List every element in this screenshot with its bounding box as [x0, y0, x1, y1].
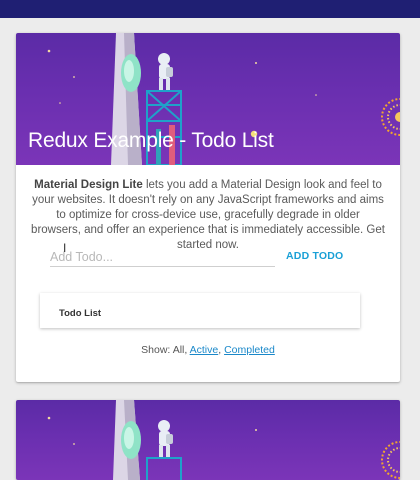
filter-active-link[interactable]: Active [190, 344, 219, 356]
filter-all: All [172, 344, 185, 356]
todo-card: Redux Example - Todo List Material Desig… [16, 33, 400, 382]
add-todo-row: I ADD TODO [50, 242, 380, 268]
todo-list-title: Todo List [59, 308, 102, 319]
add-todo-button[interactable]: ADD TODO [286, 250, 343, 262]
filter-prefix: Show: [141, 344, 173, 356]
hero-banner [16, 400, 400, 480]
add-todo-input[interactable] [50, 248, 275, 267]
page-title: Redux Example - Todo List [28, 129, 274, 152]
hero-banner: Redux Example - Todo List [16, 33, 400, 165]
text-cursor-icon: I [63, 241, 67, 255]
todo-list-panel: Todo List [40, 293, 360, 328]
intro-text: Material Design Lite lets you add a Mate… [16, 165, 400, 253]
filter-completed-link[interactable]: Completed [224, 344, 275, 356]
filter-bar: Show: All, Active, Completed [16, 344, 400, 356]
todo-card-next [16, 400, 400, 480]
hero-illustration [47, 400, 400, 480]
brand-name: Material Design Lite [34, 179, 143, 191]
top-app-bar [0, 0, 420, 18]
